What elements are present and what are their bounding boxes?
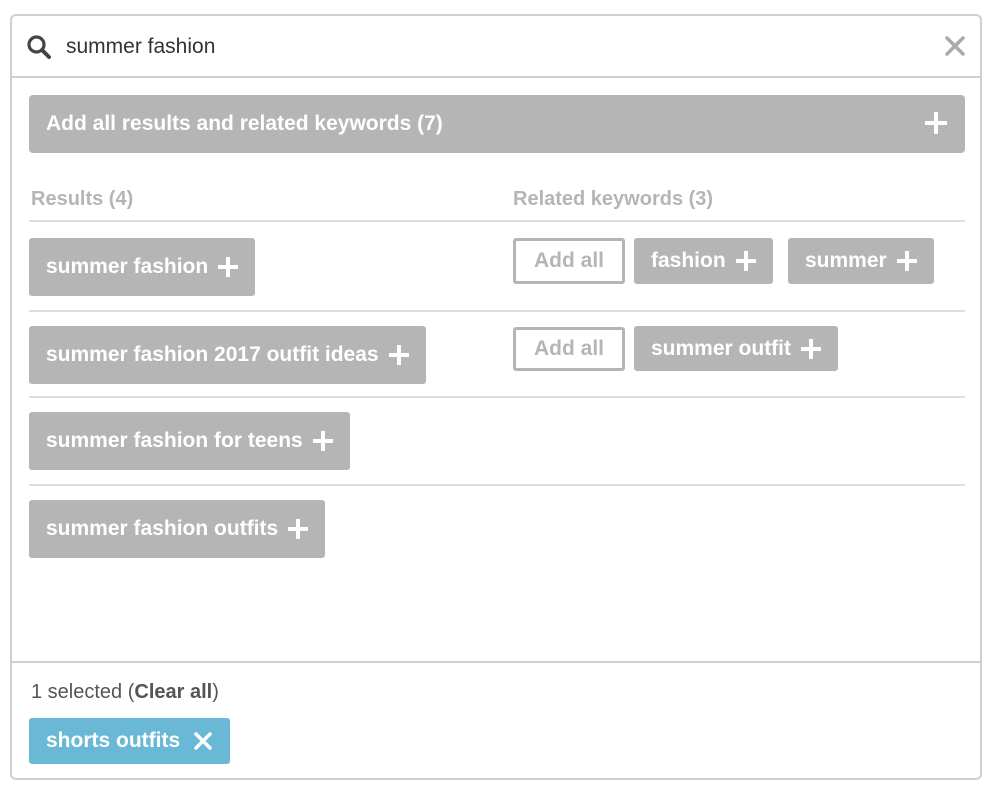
result-chip[interactable]: summer fashion outfits [29, 500, 326, 558]
divider [29, 310, 965, 312]
selected-count-text: 1 selected ( [31, 681, 135, 703]
related-keyword-label: summer outfit [651, 336, 792, 360]
search-icon [27, 35, 51, 59]
related-keyword-chip[interactable]: fashion [634, 238, 773, 284]
related-add-all-button[interactable]: Add all [513, 327, 625, 371]
plus-icon [312, 431, 333, 451]
plus-icon [925, 112, 947, 134]
selected-keyword-label: shorts outfits [46, 729, 181, 752]
selection-footer: 1 selected (Clear all) shorts outfits [12, 661, 980, 778]
divider [29, 220, 965, 222]
clear-all-link[interactable]: Clear all [134, 681, 212, 703]
result-chip[interactable]: summer fashion for teens [29, 412, 350, 470]
plus-icon [288, 519, 309, 539]
result-chip-label: summer fashion for teens [46, 429, 303, 452]
result-chip-label: summer fashion 2017 outfit ideas [46, 343, 379, 366]
plus-icon [388, 345, 409, 365]
divider [29, 396, 965, 398]
add-all-results-label: Add all results and related keywords (7) [46, 112, 443, 135]
selected-count-suffix: ) [212, 681, 219, 703]
search-input[interactable] [66, 30, 926, 64]
search-bar [12, 16, 980, 78]
plus-icon [801, 338, 822, 359]
keyword-picker-panel: Add all results and related keywords (7)… [10, 14, 982, 780]
plus-icon [735, 251, 756, 271]
result-chip[interactable]: summer fashion [29, 238, 256, 296]
related-add-all-button[interactable]: Add all [513, 238, 625, 284]
results-header: Results (4) [31, 188, 134, 210]
plus-icon [896, 251, 917, 271]
result-chip[interactable]: summer fashion 2017 outfit ideas [29, 326, 426, 384]
related-keyword-label: summer [805, 249, 887, 272]
close-icon[interactable] [944, 35, 966, 57]
divider [29, 484, 965, 486]
selected-count: 1 selected (Clear all) [31, 681, 219, 704]
related-keywords-header: Related keywords (3) [513, 188, 714, 210]
related-keyword-chip[interactable]: summer [788, 238, 934, 284]
add-all-results-and-keywords-button[interactable]: Add all results and related keywords (7) [29, 95, 965, 153]
result-chip-label: summer fashion outfits [46, 517, 279, 540]
selected-keyword-chip[interactable]: shorts outfits [29, 718, 231, 764]
related-keyword-chip[interactable]: summer outfit [634, 326, 839, 371]
plus-icon [218, 257, 239, 277]
remove-x-icon[interactable] [194, 732, 212, 750]
related-keyword-label: fashion [651, 249, 726, 272]
result-chip-label: summer fashion [46, 255, 209, 278]
